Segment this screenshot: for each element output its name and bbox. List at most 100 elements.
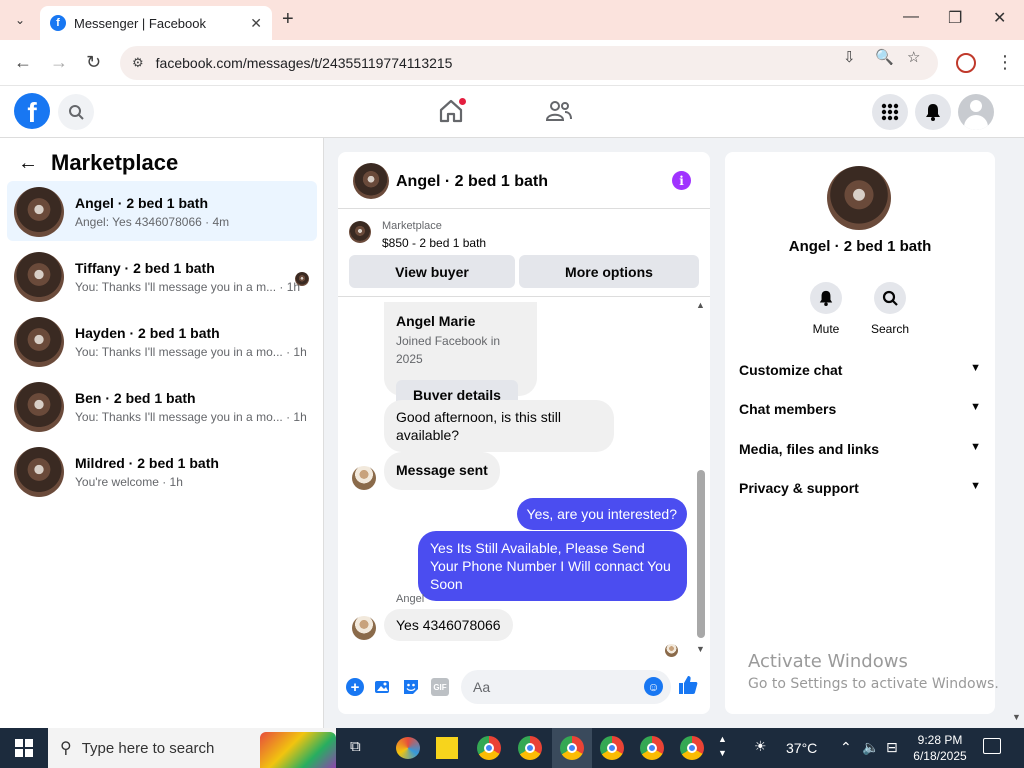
menu-grid-icon[interactable]: [872, 94, 908, 130]
zoom-icon[interactable]: 🔍: [875, 48, 894, 66]
friends-icon[interactable]: [546, 100, 572, 122]
view-buyer-button[interactable]: View buyer: [349, 255, 515, 288]
weather-icon[interactable]: ☀: [754, 738, 767, 755]
chevron-down-icon: ▼: [970, 401, 981, 413]
scroll-down-icon[interactable]: ▼: [696, 644, 705, 654]
browser-menu-icon[interactable]: ⋮: [996, 52, 1014, 73]
chrome-icon[interactable]: [477, 736, 501, 760]
chrome-icon[interactable]: [640, 736, 664, 760]
incoming-message: Good afternoon, is this still available?: [384, 400, 614, 452]
chevron-down-icon: ▼: [970, 480, 981, 492]
conversation-snippet: You: Thanks I'll message you in a mo... …: [75, 410, 307, 424]
browser-tab-bar: ⌄ f Messenger | Facebook ✕ + — ❐ ✕: [0, 0, 1024, 40]
account-avatar[interactable]: [958, 94, 994, 130]
chevron-down-icon: ▼: [970, 362, 981, 374]
network-icon[interactable]: ⊟: [886, 739, 898, 756]
conversation-item[interactable]: Tiffany · 2 bed 1 bath You: Thanks I'll …: [7, 246, 317, 306]
sticky-notes-icon[interactable]: [436, 737, 458, 759]
marketplace-conversation-list: ← Marketplace Angel · 2 bed 1 bath Angel…: [0, 138, 324, 728]
info-icon[interactable]: i: [672, 171, 691, 190]
section-label: Privacy & support: [739, 480, 859, 496]
new-tab-icon[interactable]: +: [282, 8, 294, 31]
search-label: Search: [870, 322, 910, 336]
chrome-icon[interactable]: [518, 736, 542, 760]
scroll-up-icon[interactable]: ▲: [696, 300, 705, 310]
temperature[interactable]: 37°C: [786, 740, 817, 756]
taskbar-scroll-icon[interactable]: ▲ ▼: [718, 732, 727, 760]
conversation-snippet: You: Thanks I'll message you in a mo... …: [75, 345, 307, 359]
volume-icon[interactable]: 🔈: [862, 739, 879, 756]
conversation-item[interactable]: Angel · 2 bed 1 bath Angel: Yes 43460780…: [7, 181, 317, 241]
clock[interactable]: 9:28 PM 6/18/2025: [910, 732, 970, 764]
chat-details-panel: Angel · 2 bed 1 bath Mute Search Customi…: [725, 152, 995, 714]
customize-chat-row[interactable]: Customize chat ▼: [739, 362, 981, 382]
url-omnibox[interactable]: ⚙ facebook.com/messages/t/24355119774113…: [120, 46, 938, 80]
notification-center-icon[interactable]: [983, 738, 1001, 754]
taskbar-search-placeholder: Type here to search: [81, 739, 215, 757]
section-label: Customize chat: [739, 362, 843, 378]
search-in-chat-button[interactable]: Search: [860, 282, 920, 336]
chrome-icon[interactable]: [560, 736, 584, 760]
photo-icon[interactable]: [374, 678, 392, 696]
gif-icon[interactable]: GIF: [431, 678, 449, 696]
reload-icon[interactable]: ↻: [86, 52, 101, 73]
emoji-icon[interactable]: ☺: [644, 677, 663, 696]
privacy-support-row[interactable]: Privacy & support ▼: [739, 480, 981, 500]
chat-listing-avatar[interactable]: [353, 163, 389, 199]
browser-profile-icon[interactable]: [956, 53, 976, 73]
chevron-down-icon: ▼: [970, 441, 981, 453]
back-arrow-icon[interactable]: ←: [14, 52, 32, 73]
listing-thumbnail: [349, 221, 371, 243]
plus-icon[interactable]: +: [346, 678, 364, 696]
details-listing-avatar[interactable]: [827, 166, 891, 230]
maximize-icon[interactable]: ❐: [948, 8, 962, 28]
facebook-logo-icon[interactable]: f: [14, 93, 50, 129]
clock-time: 9:28 PM: [917, 733, 963, 747]
windows-start-icon[interactable]: [15, 739, 33, 757]
conversation-item[interactable]: Mildred · 2 bed 1 bath You're welcome · …: [7, 441, 317, 501]
tray-chevron-icon[interactable]: ⌃: [840, 739, 852, 756]
conversation-name: Tiffany · 2 bed 1 bath: [75, 260, 215, 276]
listing-thumbnail: [14, 382, 64, 432]
chat-window: Angel · 2 bed 1 bath i Marketplace $850 …: [338, 152, 710, 714]
sender-name-label: Angel: [396, 593, 425, 605]
conversation-item[interactable]: Ben · 2 bed 1 bath You: Thanks I'll mess…: [7, 376, 317, 436]
site-info-icon[interactable]: ⚙: [132, 55, 144, 71]
sender-avatar: [352, 466, 376, 490]
clock-date: 6/18/2025: [913, 749, 967, 763]
notifications-bell-icon[interactable]: [915, 94, 951, 130]
task-view-icon[interactable]: ⧉: [350, 738, 361, 755]
like-thumb-icon[interactable]: [678, 675, 698, 701]
forward-arrow-icon[interactable]: →: [50, 52, 68, 73]
conversation-item[interactable]: Hayden · 2 bed 1 bath You: Thanks I'll m…: [7, 311, 317, 371]
scrollbar-thumb[interactable]: [697, 470, 705, 638]
chrome-icon[interactable]: [680, 736, 704, 760]
browser-tab[interactable]: f Messenger | Facebook ✕: [40, 6, 272, 40]
url-text[interactable]: facebook.com/messages/t/2435511977411321…: [156, 55, 453, 71]
bookmark-star-icon[interactable]: ☆: [907, 48, 920, 66]
conversation-name: Angel · 2 bed 1 bath: [75, 195, 209, 211]
seen-avatar: [665, 644, 678, 657]
search-icon: ⚲: [60, 740, 72, 757]
chrome-icon[interactable]: [600, 736, 624, 760]
window-close-icon[interactable]: ✕: [993, 8, 1006, 28]
tab-search-dropdown-icon[interactable]: ⌄: [8, 8, 32, 32]
chat-members-row[interactable]: Chat members ▼: [739, 401, 981, 421]
minimize-icon[interactable]: —: [903, 8, 919, 26]
search-icon[interactable]: [58, 94, 94, 130]
outgoing-message: Yes Its Still Available, Please Send You…: [418, 531, 687, 601]
message-input[interactable]: Aa: [461, 670, 671, 704]
mute-button[interactable]: Mute: [796, 282, 856, 336]
install-app-icon[interactable]: ⇩: [843, 48, 856, 66]
tab-close-icon[interactable]: ✕: [250, 15, 262, 32]
marketplace-listing-bar: Marketplace $850 - 2 bed 1 bath View buy…: [338, 209, 710, 297]
chat-title[interactable]: Angel · 2 bed 1 bath: [396, 173, 548, 191]
media-files-links-row[interactable]: Media, files and links ▼: [739, 441, 981, 461]
back-arrow-icon[interactable]: ←: [18, 152, 38, 175]
paint-app-icon[interactable]: [396, 737, 420, 759]
more-options-button[interactable]: More options: [519, 255, 699, 288]
thread-scrollbar[interactable]: ▲ ▼: [694, 298, 706, 654]
sticker-icon[interactable]: [402, 678, 420, 696]
section-label: Media, files and links: [739, 441, 880, 457]
page-scroll-down-icon[interactable]: ▼: [1012, 712, 1021, 722]
